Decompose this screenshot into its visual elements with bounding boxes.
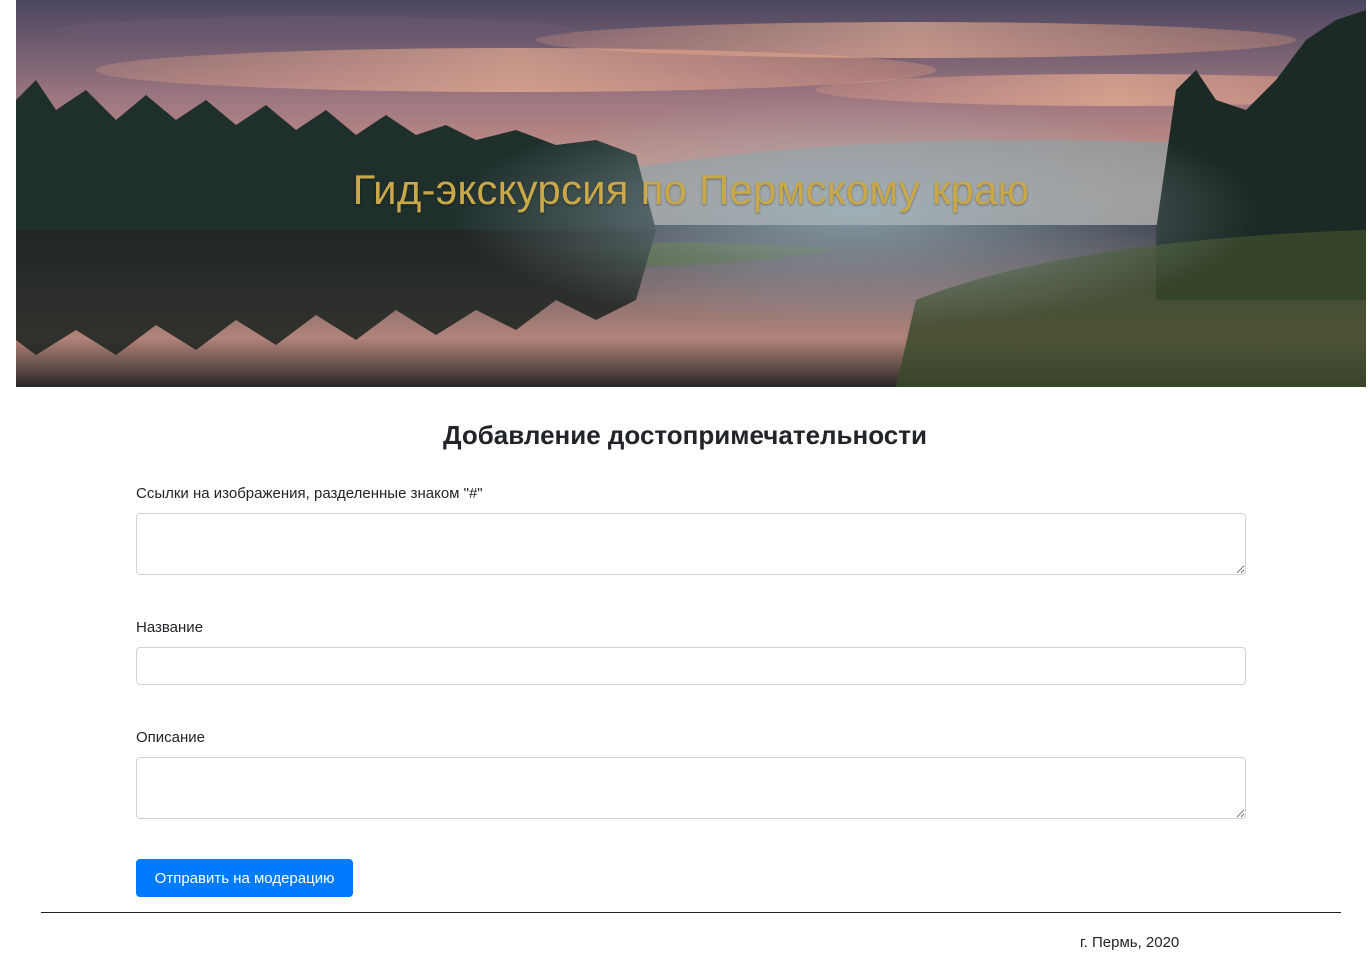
footer-location-year: г. Пермь, 2020 [1080, 934, 1180, 951]
site-title: Гид-экскурсия по Пермскому краю [352, 166, 1030, 213]
images-label: Ссылки на изображения, разделенные знако… [136, 485, 483, 502]
page: Гид-экскурсия по Пермскому краю Добавлен… [0, 0, 1370, 969]
description-textarea[interactable] [136, 757, 1246, 819]
images-textarea[interactable] [136, 513, 1246, 575]
name-input[interactable] [136, 647, 1246, 685]
description-label: Описание [136, 729, 206, 746]
submit-for-moderation-button[interactable]: Отправить на модерацию [136, 859, 353, 897]
footer-divider [41, 912, 1341, 913]
form-heading: Добавление достопримечательности [443, 420, 927, 450]
header-banner: Гид-экскурсия по Пермскому краю [16, 0, 1366, 387]
name-label: Название [136, 619, 204, 636]
